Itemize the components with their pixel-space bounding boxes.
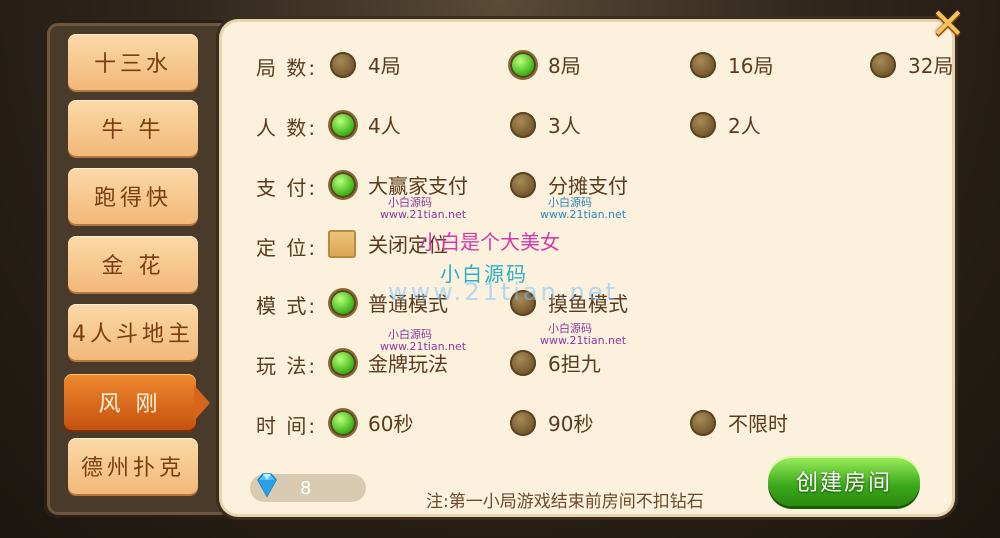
- radio-icon[interactable]: [870, 51, 896, 78]
- tab-texas-holdem[interactable]: 德州扑克: [68, 438, 198, 494]
- option-label: 60秒: [368, 412, 414, 436]
- watermark-site: www.21tian.net: [540, 208, 627, 221]
- radio-icon[interactable]: [690, 111, 716, 138]
- radio-icon[interactable]: [510, 409, 536, 436]
- option-label: 90秒: [548, 412, 594, 436]
- players-option-4[interactable]: 4人: [330, 110, 401, 139]
- location-label: 定 位:: [256, 236, 318, 260]
- radio-selected-icon[interactable]: [330, 171, 356, 198]
- radio-selected-icon[interactable]: [330, 349, 356, 376]
- rounds-option-4[interactable]: 4局: [330, 50, 401, 79]
- create-room-button[interactable]: 创建房间: [768, 456, 920, 506]
- option-label: 4人: [368, 114, 401, 138]
- active-tab-arrow: [194, 385, 210, 421]
- radio-icon[interactable]: [510, 349, 536, 376]
- option-label: 不限时: [728, 412, 788, 436]
- tab-niuniu[interactable]: 牛 牛: [68, 100, 198, 156]
- radio-selected-icon[interactable]: [330, 409, 356, 436]
- rounds-label: 局 数:: [256, 56, 318, 80]
- time-option-unlimited[interactable]: 不限时: [690, 408, 788, 437]
- checkbox-icon[interactable]: [328, 229, 356, 258]
- payment-label: 支 付:: [256, 176, 318, 200]
- time-label: 时 间:: [256, 414, 318, 438]
- watermark-site: www.21tian.net: [540, 334, 627, 347]
- time-option-60[interactable]: 60秒: [330, 408, 413, 437]
- tab-paodekuai[interactable]: 跑得快: [68, 168, 198, 224]
- diamond-count: 8: [300, 478, 312, 499]
- option-label: 32局: [908, 54, 954, 78]
- watermark-site: www.21tian.net: [380, 340, 467, 353]
- tab-doudizhu-4p[interactable]: 4人斗地主: [68, 304, 198, 360]
- option-label: 16局: [728, 54, 774, 78]
- rounds-option-32[interactable]: 32局: [870, 50, 953, 79]
- radio-icon[interactable]: [690, 51, 716, 78]
- watermark-slogan: 小白是个大美女: [420, 230, 560, 254]
- settings-panel: [222, 22, 952, 514]
- watermark-site: www.21tian.net: [380, 208, 467, 221]
- radio-icon[interactable]: [510, 171, 536, 198]
- radio-icon[interactable]: [690, 409, 716, 436]
- time-option-90[interactable]: 90秒: [510, 408, 593, 437]
- radio-selected-icon[interactable]: [330, 289, 356, 316]
- radio-icon[interactable]: [510, 111, 536, 138]
- rounds-option-16[interactable]: 16局: [690, 50, 773, 79]
- tab-fenggang[interactable]: 风 刚: [64, 374, 196, 430]
- players-option-3[interactable]: 3人: [510, 110, 581, 139]
- radio-selected-icon[interactable]: [330, 111, 356, 138]
- option-label: 6担九: [548, 352, 601, 376]
- option-label: 8局: [548, 54, 581, 78]
- play-option-6dan9[interactable]: 6担九: [510, 348, 601, 377]
- mode-label: 模 式:: [256, 294, 318, 318]
- footer-note: 注:第一小局游戏结束前房间不扣钻石: [426, 492, 704, 512]
- rounds-option-8[interactable]: 8局: [510, 50, 581, 79]
- option-label: 3人: [548, 114, 581, 138]
- close-icon[interactable]: ✕: [928, 3, 968, 45]
- option-label: 2人: [728, 114, 761, 138]
- tab-jinhua[interactable]: 金 花: [68, 236, 198, 292]
- watermark-site: www.21tian.net: [388, 278, 618, 306]
- players-label: 人 数:: [256, 116, 318, 140]
- radio-selected-icon[interactable]: [510, 51, 536, 78]
- tab-shisanshui[interactable]: 十三水: [68, 34, 198, 90]
- radio-icon[interactable]: [330, 51, 356, 78]
- players-option-2[interactable]: 2人: [690, 110, 761, 139]
- option-label: 4局: [368, 54, 401, 78]
- diamond-icon: [252, 470, 282, 500]
- play-label: 玩 法:: [256, 354, 318, 378]
